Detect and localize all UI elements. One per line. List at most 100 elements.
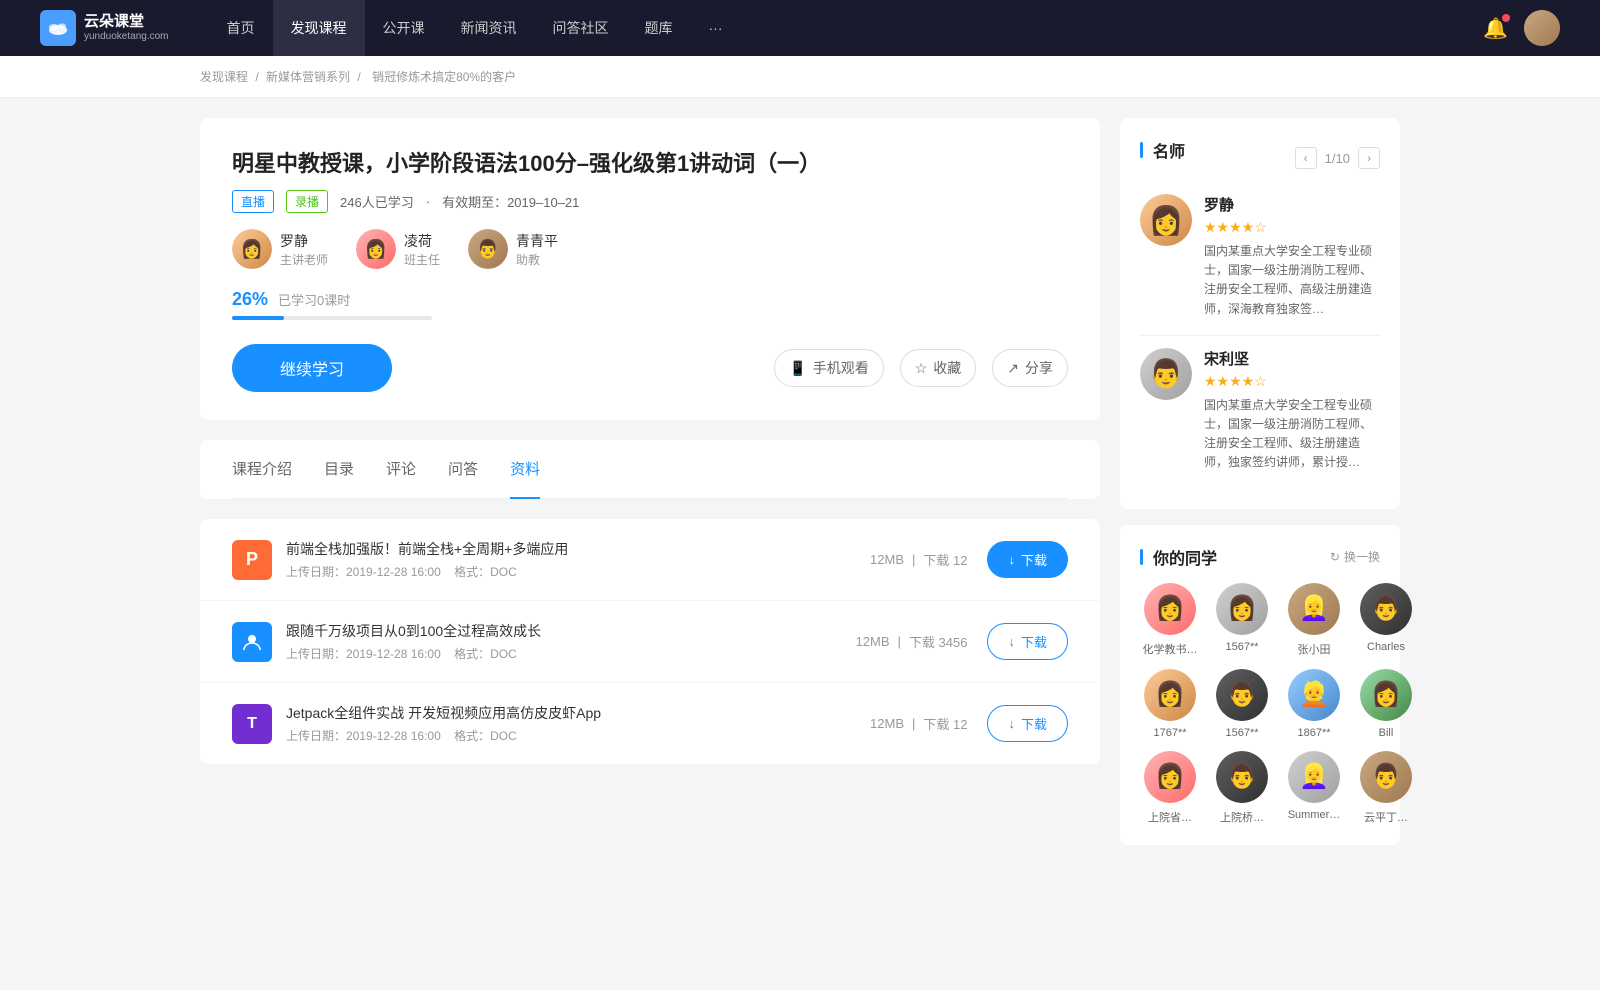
classmate-3[interactable]: 👱‍♀️ 张小田 [1284, 583, 1344, 657]
classmate-name-8: Bill [1356, 727, 1416, 739]
user-avatar[interactable] [1524, 10, 1560, 46]
nav-open-course[interactable]: 公开课 [365, 0, 443, 56]
teacher-sidebar-1-stars: ★★★★☆ [1204, 219, 1380, 236]
classmate-5[interactable]: 👩 1767** [1140, 669, 1200, 739]
progress-header: 26% 已学习0课时 [232, 289, 1068, 310]
resource-info-3: Jetpack全组件实战 开发短视频应用高仿皮皮虾App 上传日期：2019-1… [286, 703, 870, 744]
continue-button[interactable]: 继续学习 [232, 344, 392, 392]
teacher-sidebar-2-info: 宋利坚 ★★★★☆ 国内某重点大学安全工程专业硕士，国家一级注册消防工程师、注册… [1204, 348, 1380, 473]
download-button-2[interactable]: ↓ 下载 [987, 623, 1068, 660]
classmate-8[interactable]: 👩 Bill [1356, 669, 1416, 739]
refresh-button[interactable]: ↻ 换一换 [1330, 548, 1380, 565]
breadcrumb-link-series[interactable]: 新媒体营销系列 [266, 70, 350, 84]
meta-sep: · [426, 194, 430, 209]
teacher-1-avatar: 👩 [232, 229, 272, 269]
teacher-2-info: 凌荷 班主任 [404, 231, 440, 268]
classmate-name-2: 1567** [1212, 641, 1272, 653]
progress-percent: 26% [232, 289, 268, 310]
classmates-grid: 👩 化学教书… 👩 1567** 👱‍♀️ 张小田 👨 Charles 👩 17… [1140, 583, 1380, 825]
collect-button[interactable]: ☆ 收藏 [900, 349, 977, 387]
classmate-avatar-5: 👩 [1144, 669, 1196, 721]
classmate-12[interactable]: 👨 云平丁… [1356, 751, 1416, 825]
logo-text: 云朵课堂 yunduoketang.com [84, 13, 169, 43]
logo-icon [40, 10, 76, 46]
nav-quiz[interactable]: 题库 [627, 0, 691, 56]
resource-info-2: 跟随千万级项目从0到100全过程高效成长 上传日期：2019-12-28 16:… [286, 621, 856, 662]
tab-resources[interactable]: 资料 [510, 440, 540, 499]
tab-review[interactable]: 评论 [386, 440, 416, 499]
logo[interactable]: 云朵课堂 yunduoketang.com [40, 10, 169, 46]
nav-more[interactable]: ··· [691, 0, 741, 56]
classmate-11[interactable]: 👱‍♀️ Summer… [1284, 751, 1344, 825]
mobile-watch-button[interactable]: 📱 手机观看 [774, 349, 883, 387]
resource-meta-2: 上传日期：2019-12-28 16:00 格式：DOC [286, 645, 856, 662]
resource-list: P 前端全栈加强版！前端全栈+全周期+多端应用 上传日期：2019-12-28 … [200, 519, 1100, 764]
teacher-sidebar-1-avatar: 👩 [1140, 194, 1192, 246]
notification-bell[interactable]: 🔔 [1483, 16, 1508, 41]
progress-text: 已学习0课时 [278, 290, 350, 309]
badge-live: 直播 [232, 190, 274, 213]
teacher-sidebar-1-desc: 国内某重点大学安全工程专业硕士，国家一级注册消防工程师、注册安全工程师、高级注册… [1204, 242, 1380, 319]
classmate-avatar-12: 👨 [1360, 751, 1412, 803]
nav-discover[interactable]: 发现课程 [273, 0, 365, 56]
teachers-sidebar-title: 名师 [1140, 138, 1185, 162]
teacher-1-name: 罗静 [280, 231, 328, 251]
share-button[interactable]: ↗ 分享 [992, 349, 1068, 387]
teacher-sidebar-2-stars: ★★★★☆ [1204, 373, 1380, 390]
classmate-6[interactable]: 👨 1567** [1212, 669, 1272, 739]
resource-item-2: 跟随千万级项目从0到100全过程高效成长 上传日期：2019-12-28 16:… [200, 601, 1100, 683]
resource-info-1: 前端全栈加强版！前端全栈+全周期+多端应用 上传日期：2019-12-28 16… [286, 539, 870, 580]
resource-icon-3: T [232, 704, 272, 744]
classmate-avatar-9: 👩 [1144, 751, 1196, 803]
star-icon: ☆ [915, 360, 928, 377]
teacher-3-name: 青青平 [516, 231, 558, 251]
teacher-2: 👩 凌荷 班主任 [356, 229, 440, 269]
teacher-2-role: 班主任 [404, 251, 440, 268]
nav-qa[interactable]: 问答社区 [535, 0, 627, 56]
nav-right: 🔔 [1483, 10, 1560, 46]
valid-until: 有效期至：2019–10–21 [442, 192, 579, 211]
classmate-avatar-2: 👩 [1216, 583, 1268, 635]
nav-items: 首页 发现课程 公开课 新闻资讯 问答社区 题库 ··· [209, 0, 1484, 56]
teachers-prev-button[interactable]: ‹ [1295, 147, 1317, 169]
notification-dot [1502, 14, 1510, 22]
breadcrumb-link-discover[interactable]: 发现课程 [200, 70, 248, 84]
classmate-avatar-11: 👱‍♀️ [1288, 751, 1340, 803]
classmate-4[interactable]: 👨 Charles [1356, 583, 1416, 657]
classmate-1[interactable]: 👩 化学教书… [1140, 583, 1200, 657]
classmate-10[interactable]: 👨 上院桥… [1212, 751, 1272, 825]
classmate-avatar-1: 👩 [1144, 583, 1196, 635]
tabs-card: 课程介绍 目录 评论 问答 资料 [200, 440, 1100, 499]
resource-stats-2: 12MB | 下载 3456 [856, 632, 968, 651]
resource-icon-2 [232, 622, 272, 662]
breadcrumb-current: 销冠修炼术搞定80%的客户 [372, 70, 516, 84]
nav-news[interactable]: 新闻资讯 [443, 0, 535, 56]
resource-meta-1: 上传日期：2019-12-28 16:00 格式：DOC [286, 563, 870, 580]
mobile-icon: 📱 [789, 360, 806, 377]
classmates-header: 你的同学 ↻ 换一换 [1140, 545, 1380, 569]
nav-home[interactable]: 首页 [209, 0, 273, 56]
classmate-avatar-6: 👨 [1216, 669, 1268, 721]
course-card: 明星中教授课，小学阶段语法100分–强化级第1讲动词（一） 直播 录播 246人… [200, 118, 1100, 420]
content-area: 明星中教授课，小学阶段语法100分–强化级第1讲动词（一） 直播 录播 246人… [200, 118, 1100, 861]
teacher-divider [1140, 335, 1380, 336]
tab-qa[interactable]: 问答 [448, 440, 478, 499]
tab-intro[interactable]: 课程介绍 [232, 440, 292, 499]
classmate-name-1: 化学教书… [1140, 641, 1200, 657]
course-actions: 继续学习 📱 手机观看 ☆ 收藏 ↗ 分享 [232, 344, 1068, 392]
progress-bar [232, 316, 432, 320]
download-button-3[interactable]: ↓ 下载 [987, 705, 1068, 742]
teacher-3-info: 青青平 助教 [516, 231, 558, 268]
course-title: 明星中教授课，小学阶段语法100分–强化级第1讲动词（一） [232, 146, 1068, 178]
teacher-sidebar-1-info: 罗静 ★★★★☆ 国内某重点大学安全工程专业硕士，国家一级注册消防工程师、注册安… [1204, 194, 1380, 319]
classmate-name-9: 上院省… [1140, 809, 1200, 825]
classmate-2[interactable]: 👩 1567** [1212, 583, 1272, 657]
breadcrumb-sep1: / [255, 70, 262, 84]
teacher-sidebar-1: 👩 罗静 ★★★★☆ 国内某重点大学安全工程专业硕士，国家一级注册消防工程师、注… [1140, 194, 1380, 319]
classmate-9[interactable]: 👩 上院省… [1140, 751, 1200, 825]
tab-catalog[interactable]: 目录 [324, 440, 354, 499]
classmate-7[interactable]: 👱 1867** [1284, 669, 1344, 739]
teachers-next-button[interactable]: › [1358, 147, 1380, 169]
download-icon-3: ↓ [1008, 716, 1015, 731]
download-button-1[interactable]: ↓ 下载 [987, 541, 1068, 578]
